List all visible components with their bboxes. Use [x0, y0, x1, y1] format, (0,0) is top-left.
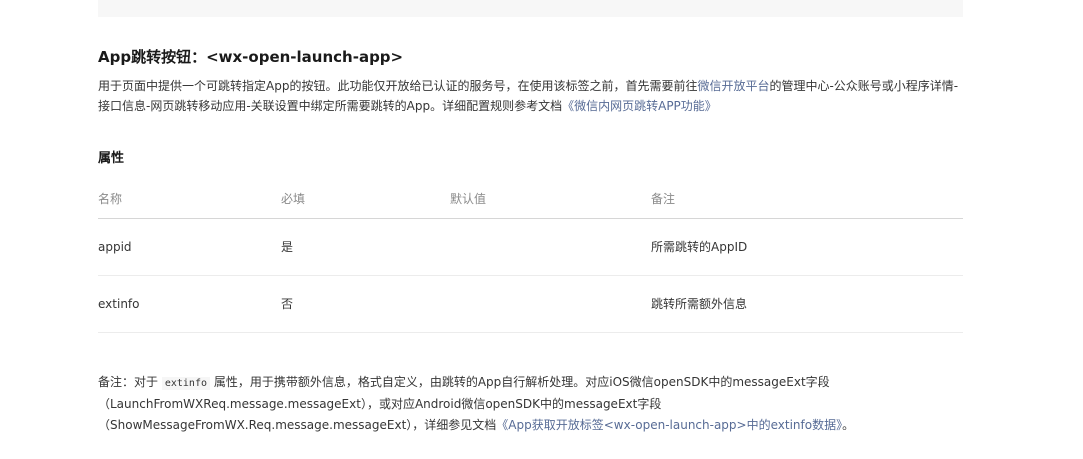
webpage-jump-app-doc-link[interactable]: 《微信内网页跳转APP功能》: [562, 99, 717, 113]
cell-required: 是: [281, 240, 294, 254]
attributes-title: 属性: [98, 151, 125, 166]
wechat-open-platform-link[interactable]: 微信开放平台: [697, 79, 769, 93]
note-paragraph: 备注：对于 extinfo 属性，用于携带额外信息，格式自定义，由跳转的App自…: [98, 372, 968, 436]
extinfo-doc-link[interactable]: 《App获取开放标签<wx-open-launch-app>中的extinfo数…: [496, 418, 842, 432]
note-text: （ShowMessageFromWX.Req.message.messageEx…: [98, 418, 497, 432]
note-text: （LaunchFromWXReq.message.messageExt），或对应…: [98, 397, 662, 411]
cell-remark: 跳转所需额外信息: [651, 297, 748, 311]
previous-code-block: [98, 0, 963, 17]
table-row: extinfo 否 跳转所需额外信息: [98, 276, 963, 333]
section-description: 用于页面中提供一个可跳转指定App的按钮。此功能仅开放给已认证的服务号，在使用该…: [98, 76, 968, 116]
extinfo-code: extinfo: [161, 377, 210, 390]
table-row: appid 是 所需跳转的AppID: [98, 219, 963, 276]
attributes-table: 名称 必填 默认值 备注 appid 是 所需跳转的AppID extinfo …: [98, 180, 963, 333]
cell-name: extinfo: [98, 297, 140, 311]
description-text: 用于页面中提供一个可跳转指定App的按钮。此功能仅开放给已认证的服务号，在使用该…: [98, 79, 698, 93]
note-text: 属性，用于携带额外信息，格式自定义，由跳转的App自行解析处理。对应iOS微信o…: [213, 375, 830, 389]
note-prefix: 备注：对于: [98, 375, 159, 389]
header-default: 默认值: [450, 192, 487, 206]
cell-remark: 所需跳转的AppID: [651, 240, 748, 254]
note-suffix: 。: [842, 418, 855, 432]
cell-name: appid: [98, 240, 132, 254]
section-title: App跳转按钮：<wx-open-launch-app>: [98, 48, 404, 66]
header-required: 必填: [281, 192, 306, 206]
header-remark: 备注: [651, 192, 676, 206]
cell-required: 否: [281, 297, 294, 311]
header-name: 名称: [98, 192, 123, 206]
table-header: 名称 必填 默认值 备注: [98, 180, 963, 219]
